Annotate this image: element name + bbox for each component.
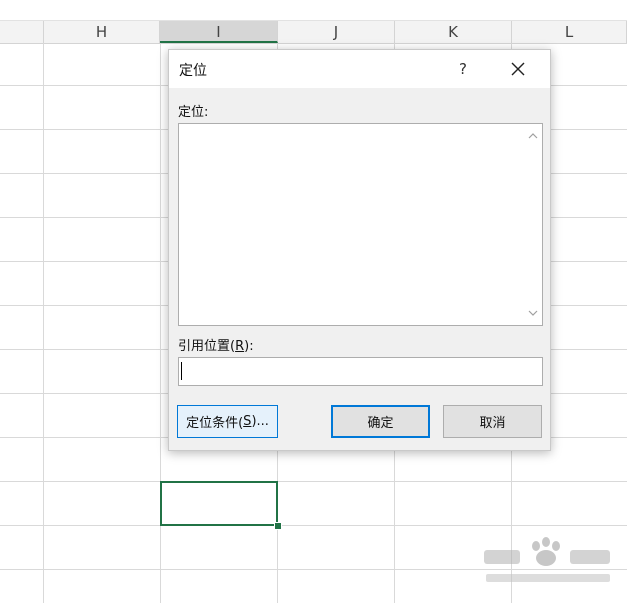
dialog-title: 定位 [179, 63, 207, 79]
grid-line [43, 43, 44, 603]
column-header-i[interactable]: I [160, 21, 278, 43]
active-cell[interactable] [160, 481, 278, 526]
ok-button[interactable]: 确定 [331, 405, 430, 438]
column-header-k[interactable]: K [395, 21, 512, 43]
column-header-l[interactable]: L [512, 21, 627, 43]
goto-listbox[interactable] [178, 123, 543, 326]
goto-label: 定位: [178, 105, 209, 120]
chevron-down-icon[interactable] [527, 307, 539, 319]
text-caret [181, 362, 182, 380]
goto-dialog: 定位 ? 定位: 引用位置(R): 定位条件(S)... 确定 取消 [168, 49, 551, 451]
listbox-scrollbar[interactable] [524, 124, 542, 325]
reference-label-prefix: 引用位置( [178, 339, 236, 354]
close-icon [511, 62, 525, 76]
column-header-partial[interactable] [0, 21, 44, 43]
baidu-jingyan-logo [484, 537, 610, 582]
special-button-suffix: )... [251, 414, 269, 429]
help-button[interactable]: ? [451, 56, 475, 82]
toolbar-edge [0, 0, 627, 8]
special-button-accesskey: S [243, 414, 252, 429]
fill-handle[interactable] [274, 522, 282, 530]
column-header-j[interactable]: J [278, 21, 395, 43]
column-header-h[interactable]: H [44, 21, 160, 43]
reference-label-suffix: ): [244, 339, 254, 354]
special-button[interactable]: 定位条件(S)... [177, 405, 278, 438]
chevron-up-icon[interactable] [527, 130, 539, 142]
cancel-button[interactable]: 取消 [443, 405, 542, 438]
special-button-prefix: 定位条件( [186, 416, 244, 431]
grid-line [0, 481, 627, 482]
close-button[interactable] [505, 56, 531, 82]
grid-line [0, 525, 627, 526]
reference-label: 引用位置(R): [178, 335, 254, 354]
reference-input[interactable] [178, 357, 543, 386]
reference-label-accesskey: R [235, 339, 245, 354]
dialog-titlebar[interactable]: 定位 ? [169, 50, 550, 88]
column-header-row: H I J K L [0, 20, 627, 44]
